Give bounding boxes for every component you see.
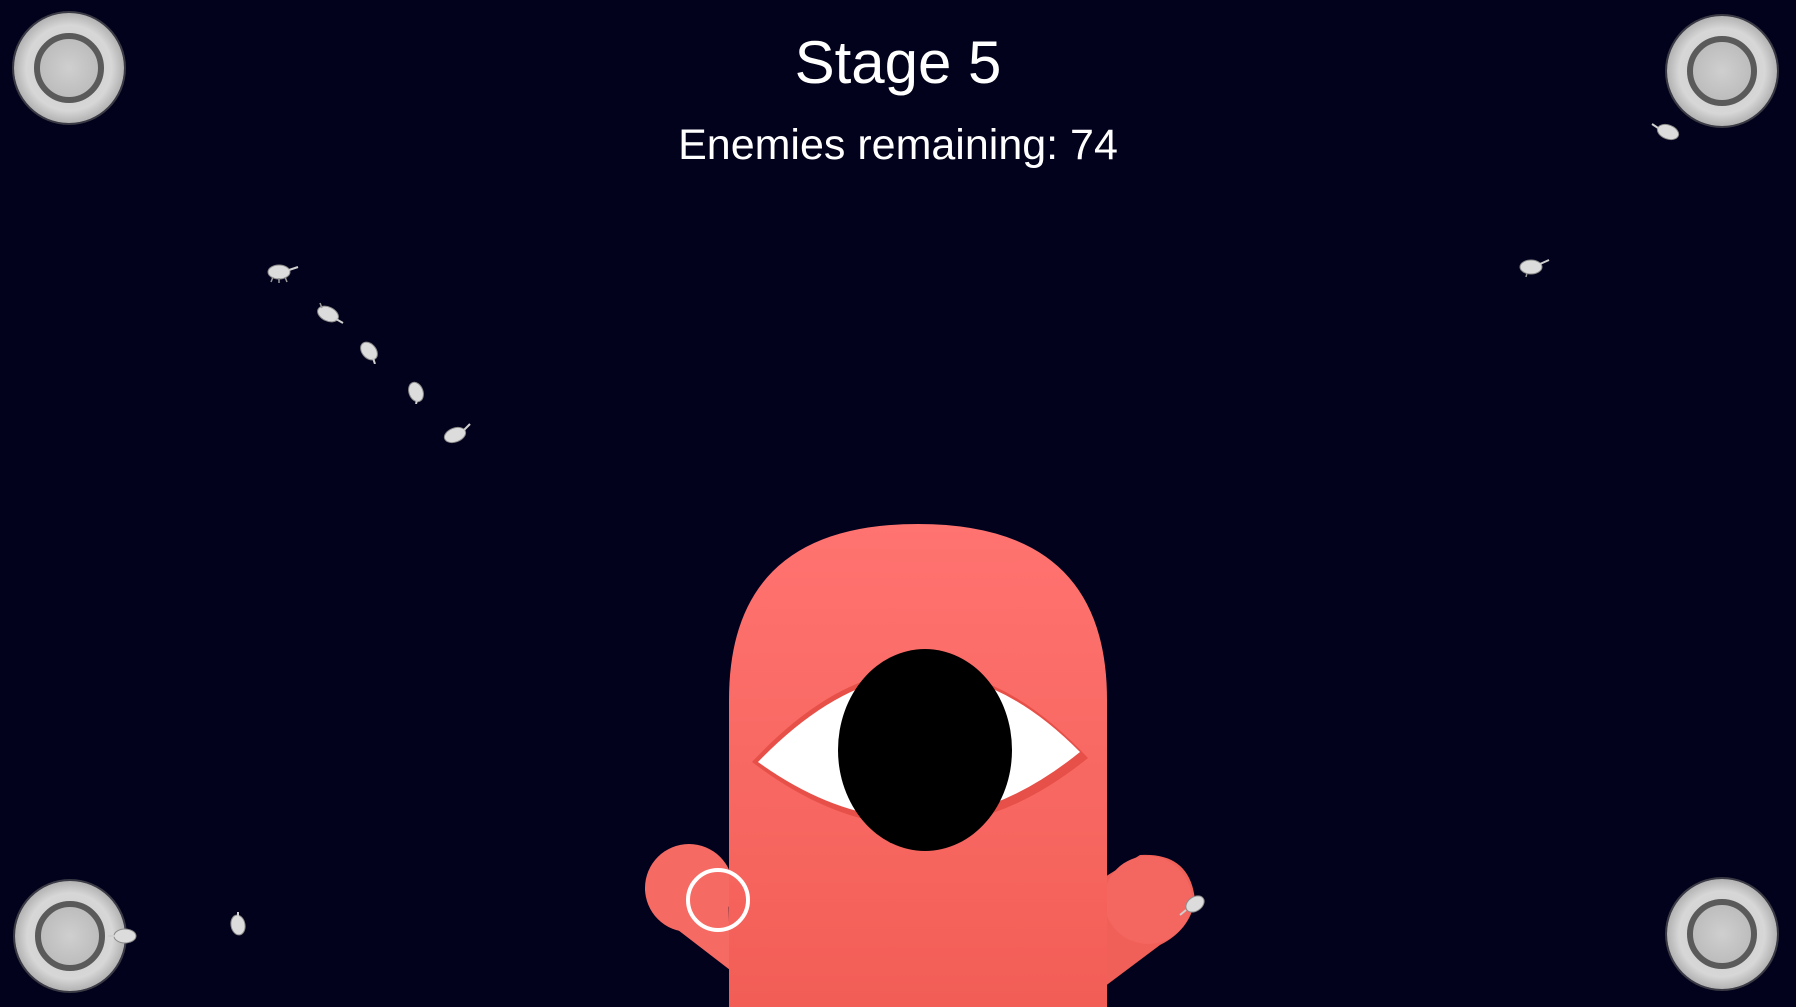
bug-enemy-icon[interactable] (107, 924, 141, 948)
aim-reticle-icon[interactable] (686, 868, 750, 932)
spawn-portal-top-left-icon[interactable] (14, 13, 124, 123)
monster-eye-lid-shadow (752, 669, 1088, 827)
bug-enemy-icon[interactable] (400, 380, 434, 404)
bug-enemy-icon[interactable] (353, 340, 387, 364)
bug-enemy-icon[interactable] (265, 259, 299, 283)
bug-enemy-icon[interactable] (1517, 254, 1551, 278)
stage-title: Stage 5 (794, 29, 1002, 96)
spawn-portal-top-right-icon[interactable] (1667, 16, 1777, 126)
spawn-portal-bottom-right-icon[interactable] (1667, 879, 1777, 989)
bug-enemy-icon[interactable] (440, 422, 474, 446)
game-canvas[interactable]: Stage 5 Enemies remaining: 74 (0, 0, 1796, 1007)
bug-enemy-icon[interactable] (223, 912, 257, 936)
monster-right-arm (1100, 854, 1195, 990)
bug-enemy-icon[interactable] (1650, 120, 1684, 144)
enemies-remaining-counter: Enemies remaining: 74 (678, 121, 1118, 169)
monster-eye-white (758, 674, 1080, 819)
monster-body (729, 524, 1107, 1007)
bug-enemy-icon[interactable] (312, 302, 346, 326)
monster-pupil (838, 649, 1012, 851)
bug-enemy-icon[interactable] (1176, 893, 1210, 917)
